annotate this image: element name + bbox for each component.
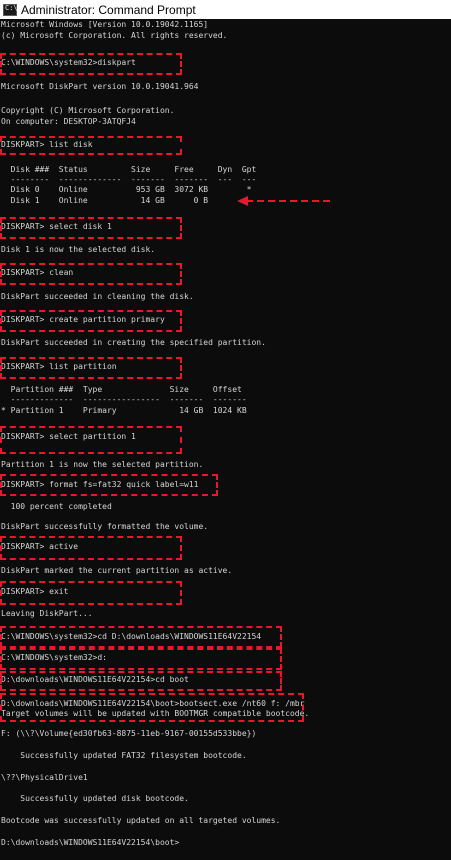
console-output[interactable]: Microsoft Windows [Version 10.0.19042.11…	[0, 19, 451, 860]
command-line: DISKPART> active	[1, 542, 79, 551]
disk-table-row: Disk 0 Online 953 GB 3072 KB *	[1, 185, 252, 194]
pointer-arrow-icon	[237, 196, 330, 206]
command-line: DISKPART> clean	[1, 268, 74, 277]
console-line: Bootcode was successfully updated on all…	[1, 816, 281, 825]
console-line: Microsoft Windows [Version 10.0.19042.11…	[1, 20, 209, 29]
console-line: D:\downloads\WINDOWS11E64V22154\boot>	[1, 838, 180, 847]
command-line: C:\WINDOWS\system32>d:	[1, 653, 107, 662]
command-line: DISKPART> select disk 1	[1, 222, 112, 231]
command-line: C:\WINDOWS\system32>diskpart	[1, 58, 136, 67]
command-line: C:\WINDOWS\system32>cd D:\downloads\WIND…	[1, 632, 262, 641]
command-line: DISKPART> create partition primary	[1, 315, 165, 324]
command-line: D:\downloads\WINDOWS11E64V22154\boot>boo…	[1, 699, 305, 708]
console-line: Target volumes will be updated with BOOT…	[1, 709, 310, 718]
console-line: Leaving DiskPart...	[1, 609, 93, 618]
console-line: Partition 1 is now the selected partitio…	[1, 460, 204, 469]
console-line: Microsoft DiskPart version 10.0.19041.96…	[1, 82, 199, 91]
command-line: DISKPART> select partition 1	[1, 432, 136, 441]
console-line: On computer: DESKTOP-3ATQFJ4	[1, 117, 136, 126]
disk-table-separator: -------- ------------- ------- ------- -…	[1, 175, 257, 184]
console-line: Disk 1 is now the selected disk.	[1, 245, 156, 254]
command-line: DISKPART> exit	[1, 587, 69, 596]
disk-table-row: Disk 1 Online 14 GB 0 B	[1, 196, 209, 205]
partition-table-header: Partition ### Type Size Offset	[1, 385, 242, 394]
disk-table-header: Disk ### Status Size Free Dyn Gpt	[1, 165, 257, 174]
title-bar[interactable]: C:\ Administrator: Command Prompt	[0, 0, 451, 19]
command-line: DISKPART> list partition	[1, 362, 117, 371]
console-line: DiskPart succeeded in creating the speci…	[1, 338, 266, 347]
console-line: Copyright (C) Microsoft Corporation.	[1, 106, 175, 115]
console-line: DiskPart succeeded in cleaning the disk.	[1, 292, 194, 301]
command-line: DISKPART> format fs=fat32 quick label=w1…	[1, 480, 199, 489]
command-line: DISKPART> list disk	[1, 140, 93, 149]
partition-table-row: * Partition 1 Primary 14 GB 1024 KB	[1, 406, 247, 415]
console-line: DiskPart successfully formatted the volu…	[1, 522, 209, 531]
console-line: Successfully updated FAT32 filesystem bo…	[1, 751, 247, 760]
console-line: (c) Microsoft Corporation. All rights re…	[1, 31, 228, 40]
partition-table-separator: ------------- ---------------- ------- -…	[1, 395, 247, 404]
console-line: \??\PhysicalDrive1	[1, 773, 88, 782]
console-line: DiskPart marked the current partition as…	[1, 566, 233, 575]
console-line: 100 percent completed	[1, 502, 112, 511]
command-line: D:\downloads\WINDOWS11E64V22154>cd boot	[1, 675, 189, 684]
console-line: Successfully updated disk bootcode.	[1, 794, 189, 803]
console-icon: C:\	[3, 3, 18, 16]
window-title: Administrator: Command Prompt	[21, 2, 196, 17]
command-prompt-window: C:\ Administrator: Command Prompt Micros…	[0, 0, 451, 860]
console-line: F: (\\?\Volume{ed30fb63-8875-11eb-9167-0…	[1, 729, 257, 738]
